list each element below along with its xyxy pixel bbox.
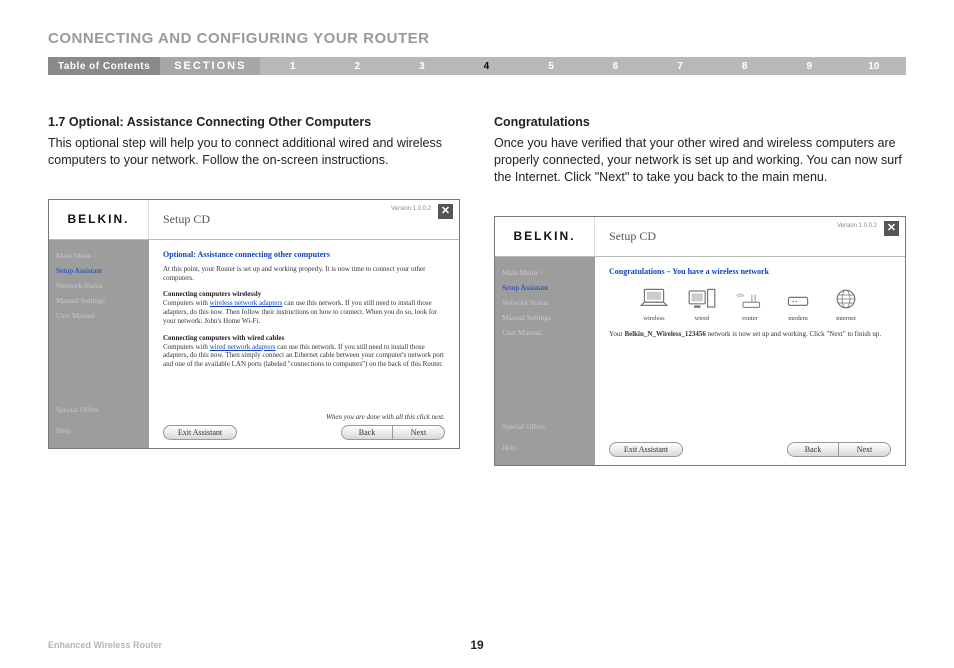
device-wired: wired (686, 286, 718, 322)
close-icon[interactable]: ✕ (884, 221, 899, 236)
device-router-label: router (742, 315, 758, 322)
footer-product: Enhanced Wireless Router (48, 640, 162, 650)
nav-section-5[interactable]: 5 (519, 61, 584, 72)
chapter-title: CONNECTING AND CONFIGURING YOUR ROUTER (48, 30, 906, 47)
desktop-icon (686, 286, 718, 312)
back-button[interactable]: Back (341, 425, 393, 440)
laptop-icon (638, 286, 670, 312)
nav-section-8[interactable]: 8 (712, 61, 777, 72)
app-title: Setup CD Version 1.0.0.2 ✕ (149, 200, 459, 239)
panel-intro: At this point, your Router is set up and… (163, 265, 445, 283)
panel-congrats-text: Your Belkin_N_Wireless_123456 network is… (609, 330, 891, 339)
setup-cd-window-right: BELKIN. Setup CD Version 1.0.0.2 ✕ Main … (494, 216, 906, 466)
belkin-logo: BELKIN. (49, 200, 149, 239)
globe-icon (830, 286, 862, 312)
device-diagram: wireless wired (609, 286, 891, 322)
app-version: Version 1.0.0.2 (391, 206, 431, 212)
sidebar-item-help[interactable]: Help (502, 440, 588, 455)
setup-cd-window-left: BELKIN. Setup CD Version 1.0.0.2 ✕ Main … (48, 199, 460, 449)
device-router: router (734, 286, 766, 322)
sidebar-item-special-offers[interactable]: Special Offers (502, 419, 588, 434)
sidebar-item-main-menu[interactable]: Main Menu > (56, 248, 142, 263)
nav-section-6[interactable]: 6 (583, 61, 648, 72)
exit-assistant-button[interactable]: Exit Assistant (609, 442, 683, 457)
app-version: Version 1.0.0.2 (837, 223, 877, 229)
right-heading: Congratulations (494, 115, 906, 129)
panel-hint: When you are done with all this click ne… (163, 413, 445, 421)
sidebar-item-manual-settings[interactable]: Manual Settings (502, 310, 588, 325)
left-body: This optional step will help you to conn… (48, 135, 460, 169)
nav-section-10[interactable]: 10 (842, 61, 907, 72)
device-modem-label: modem (788, 315, 808, 322)
panel-wired-text: Computers with wired network adapters ca… (163, 343, 445, 369)
app-title-text: Setup CD (163, 212, 210, 227)
belkin-logo: BELKIN. (495, 217, 595, 256)
sidebar-item-network-status[interactable]: Network Status (56, 278, 142, 293)
back-button[interactable]: Back (787, 442, 839, 457)
nav-section-4[interactable]: 4 (454, 61, 519, 72)
next-button[interactable]: Next (839, 442, 891, 457)
sidebar-item-network-status[interactable]: Network Status (502, 295, 588, 310)
exit-assistant-button[interactable]: Exit Assistant (163, 425, 237, 440)
panel-wireless-text: Computers with wireless network adapters… (163, 299, 445, 325)
device-wireless-label: wireless (643, 315, 664, 322)
device-wireless: wireless (638, 286, 670, 322)
panel-sub-wired: Connecting computers with wired cables (163, 334, 445, 342)
wireless-adapters-link[interactable]: wireless network adapters (210, 299, 283, 307)
nav-toc[interactable]: Table of Contents (48, 57, 160, 75)
sidebar-item-help[interactable]: Help (56, 423, 142, 438)
device-internet-label: internet (836, 315, 856, 322)
router-icon (734, 288, 766, 314)
modem-icon (782, 286, 814, 312)
sidebar-item-setup-assistant[interactable]: Setup Assistant (502, 280, 588, 295)
device-wired-label: wired (695, 315, 710, 322)
close-icon[interactable]: ✕ (438, 204, 453, 219)
device-internet: internet (830, 286, 862, 322)
nav-section-2[interactable]: 2 (325, 61, 390, 72)
sidebar-item-user-manual[interactable]: User Manual (56, 308, 142, 323)
nav-section-7[interactable]: 7 (648, 61, 713, 72)
nav-section-3[interactable]: 3 (390, 61, 455, 72)
nav-section-1[interactable]: 1 (260, 61, 325, 72)
panel-title: Congratulations – You have a wireless ne… (609, 267, 891, 276)
footer-page-number: 19 (470, 638, 483, 652)
right-body: Once you have verified that your other w… (494, 135, 906, 186)
panel-sub-wireless: Connecting computers wirelessly (163, 290, 445, 298)
next-button[interactable]: Next (393, 425, 445, 440)
nav-sections-label: SECTIONS (160, 57, 260, 75)
nav-section-9[interactable]: 9 (777, 61, 842, 72)
device-modem: modem (782, 286, 814, 322)
sidebar-item-setup-assistant[interactable]: Setup Assistant (56, 263, 142, 278)
wired-adapters-link[interactable]: wired network adapters (210, 343, 276, 351)
left-heading: 1.7 Optional: Assistance Connecting Othe… (48, 115, 460, 129)
sidebar-item-manual-settings[interactable]: Manual Settings (56, 293, 142, 308)
sidebar: Main Menu > Setup Assistant Network Stat… (49, 240, 149, 448)
panel-title: Optional: Assistance connecting other co… (163, 250, 445, 259)
sidebar: Main Menu > Setup Assistant Network Stat… (495, 257, 595, 465)
section-nav: Table of Contents SECTIONS 1 2 3 4 5 6 7… (48, 57, 906, 75)
sidebar-item-user-manual[interactable]: User Manual (502, 325, 588, 340)
sidebar-item-main-menu[interactable]: Main Menu > (502, 265, 588, 280)
nav-section-numbers: 1 2 3 4 5 6 7 8 9 10 (260, 57, 906, 75)
sidebar-item-special-offers[interactable]: Special Offers (56, 402, 142, 417)
app-title-text: Setup CD (609, 229, 656, 244)
app-title: Setup CD Version 1.0.0.2 ✕ (595, 217, 905, 256)
